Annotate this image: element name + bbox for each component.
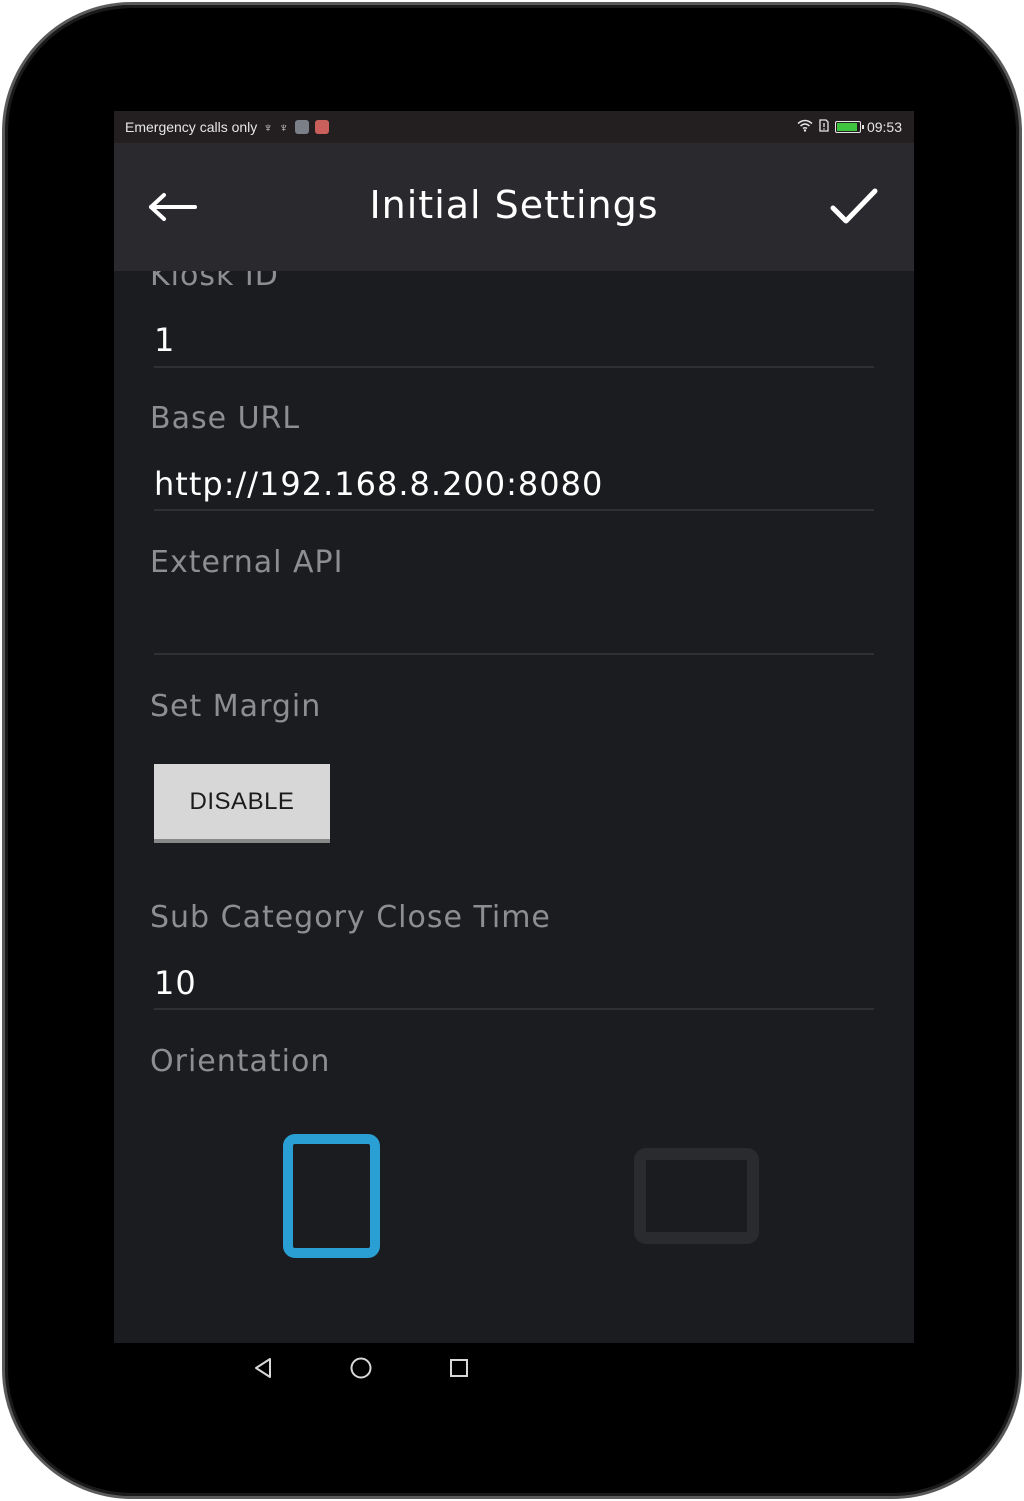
check-icon[interactable] xyxy=(826,179,882,235)
sub-category-close-time-label: Sub Category Close Time xyxy=(150,900,551,935)
orientation-label: Orientation xyxy=(150,1044,331,1079)
external-api-underline xyxy=(154,653,874,655)
disable-margin-button[interactable]: DISABLE xyxy=(154,764,330,843)
sub-category-close-time-underline xyxy=(154,1008,874,1010)
home-circle-icon[interactable] xyxy=(346,1353,376,1383)
page-title: Initial Settings xyxy=(369,183,659,227)
recents-square-icon[interactable] xyxy=(444,1353,474,1383)
set-margin-label: Set Margin xyxy=(150,689,322,724)
base-url-underline xyxy=(154,509,874,511)
portrait-orientation-icon[interactable] xyxy=(283,1134,380,1258)
sub-category-close-time-input[interactable]: 10 xyxy=(154,964,197,1002)
external-api-input[interactable] xyxy=(154,608,874,648)
base-url-label: Base URL xyxy=(150,401,301,436)
landscape-orientation-icon[interactable] xyxy=(634,1148,759,1244)
app-bar: Initial Settings xyxy=(114,143,914,271)
external-api-label: External API xyxy=(150,545,344,580)
kiosk-id-underline xyxy=(154,366,874,368)
system-nav-bar xyxy=(114,1343,914,1391)
screen: Emergency calls only ♆ ♆ 09:53 Kiosk ID … xyxy=(114,111,914,1343)
settings-form: Kiosk ID 1 Base URL http://192.168.8.200… xyxy=(114,111,914,1343)
back-triangle-icon[interactable] xyxy=(248,1353,278,1383)
kiosk-id-input[interactable]: 1 xyxy=(154,321,175,359)
base-url-input[interactable]: http://192.168.8.200:8080 xyxy=(154,465,603,503)
